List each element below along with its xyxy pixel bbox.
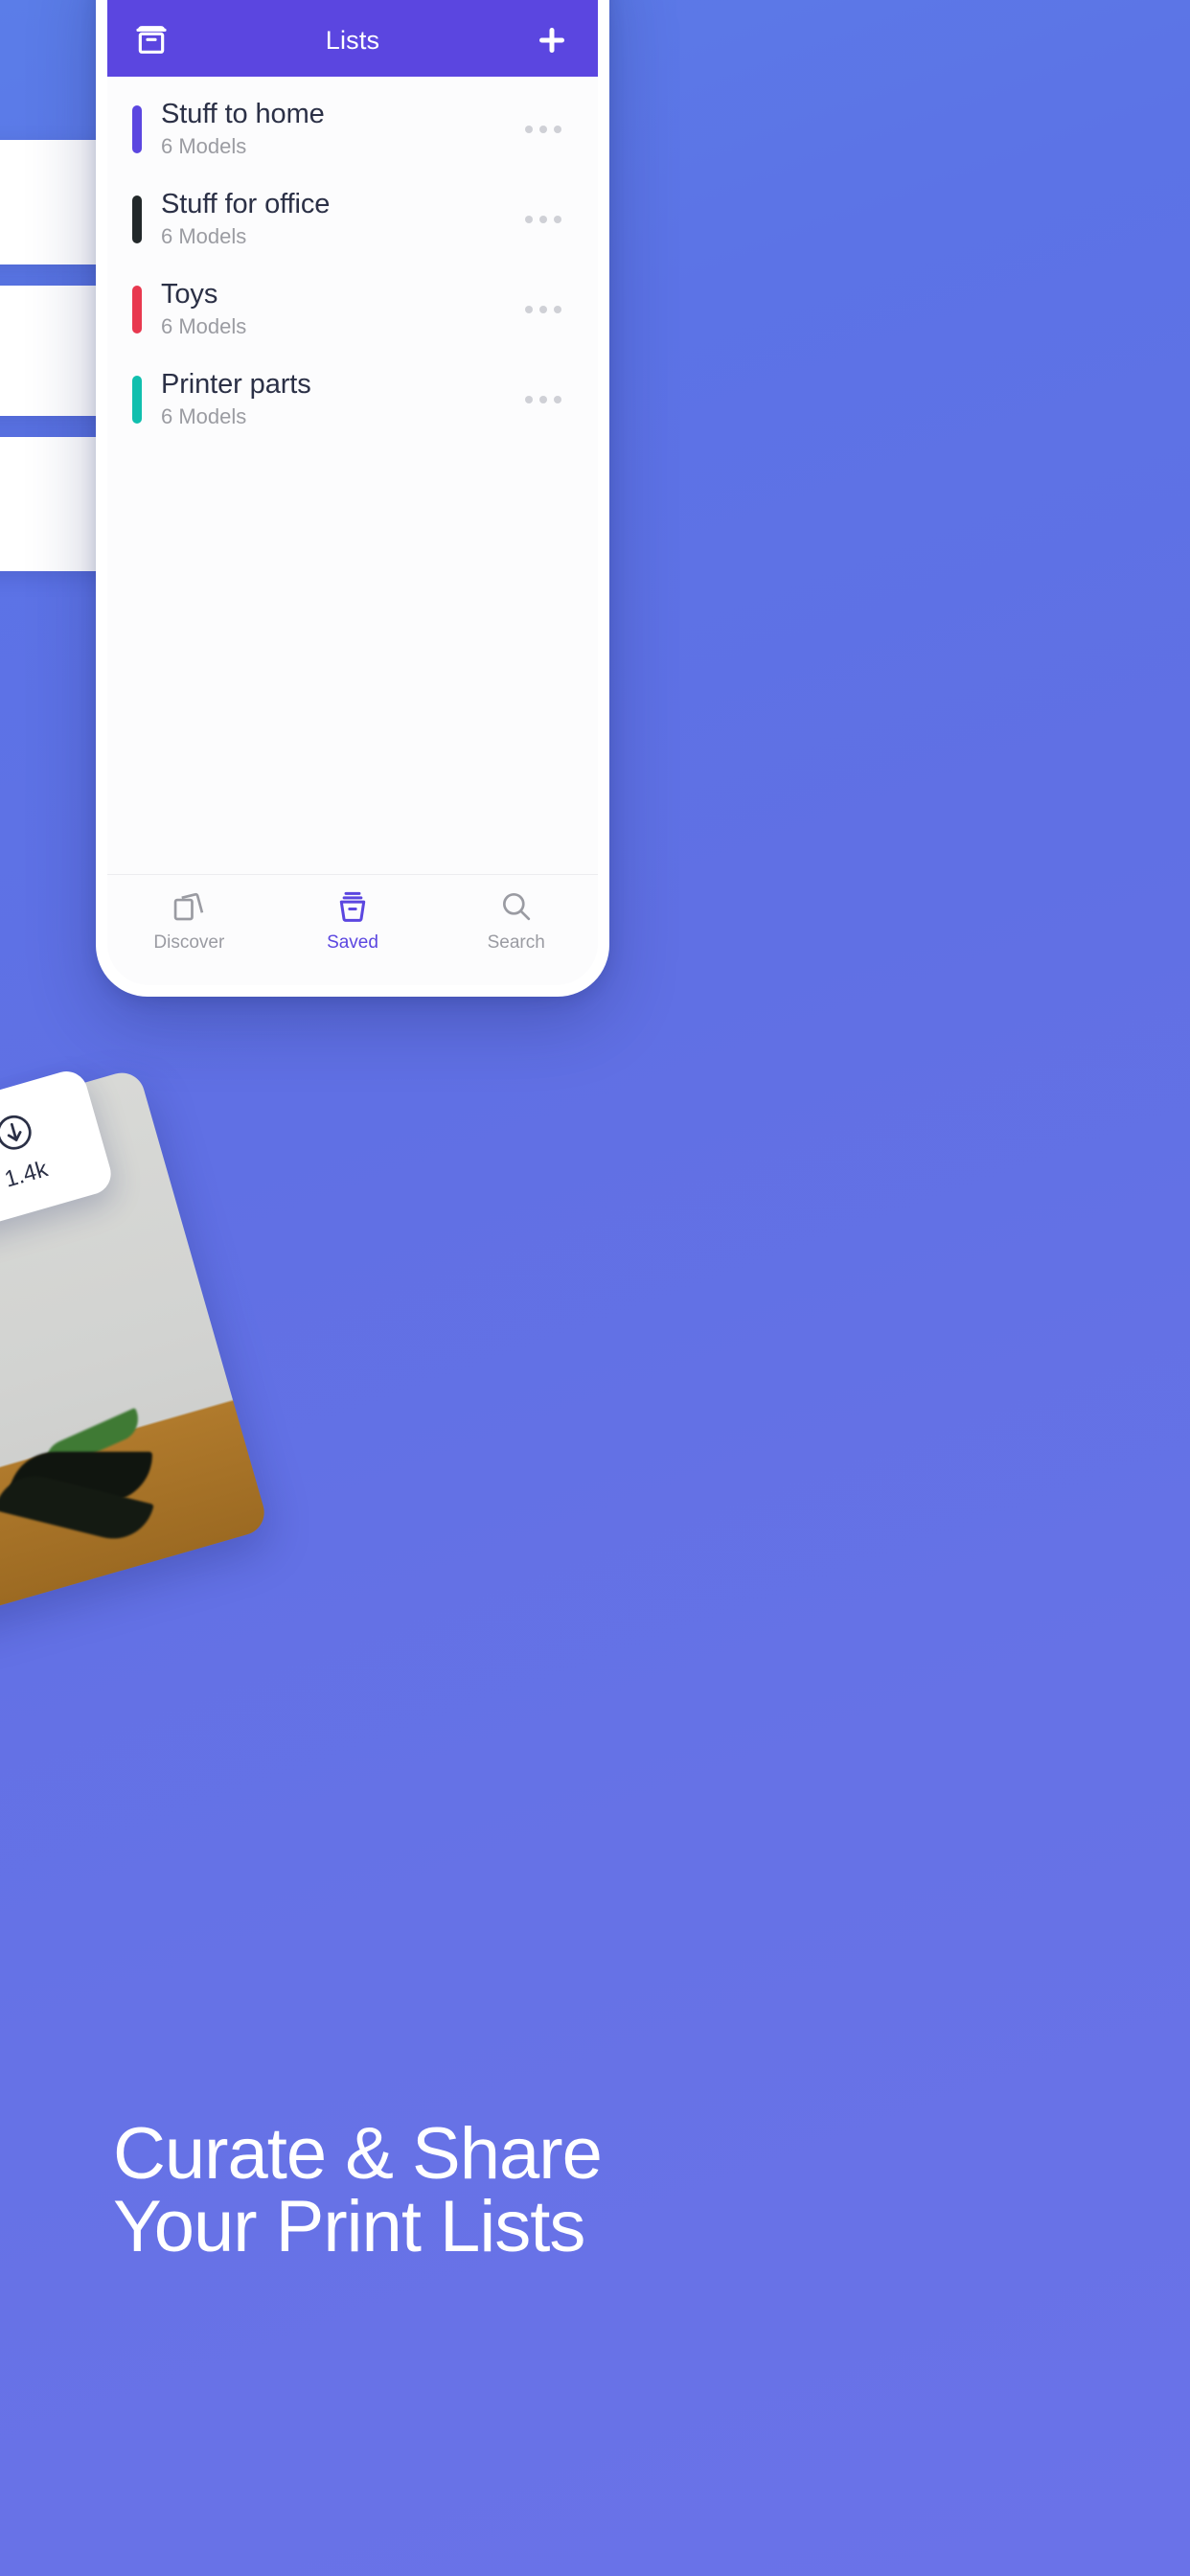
lists-container: Stuff to home 6 Models Stuff for office … — [107, 77, 598, 874]
list-item-toys[interactable]: Toys 6 Models — [107, 264, 598, 355]
list-title: Toys — [161, 278, 218, 310]
list-item-stuff-to-home[interactable]: Stuff to home 6 Models — [107, 84, 598, 174]
overflow-dots-icon[interactable] — [510, 371, 577, 428]
nav-item-saved[interactable]: Saved — [271, 888, 435, 954]
list-title: Stuff to home — [161, 98, 325, 129]
list-subtitle: 6 Models — [161, 133, 247, 158]
nav-label: Saved — [327, 932, 378, 953]
list-color-bar — [132, 105, 142, 153]
nav-label: Search — [487, 932, 545, 953]
list-subtitle: 6 Models — [161, 403, 247, 428]
list-color-bar — [132, 196, 142, 243]
page-title: Lists — [325, 25, 380, 55]
overflow-dots-icon[interactable] — [510, 281, 577, 338]
promo-screenshot: Lists Stuff to home 6 Models Stuff for o… — [0, 0, 1190, 2576]
phone-screen: Lists Stuff to home 6 Models Stuff for o… — [107, 0, 598, 985]
list-title: Stuff for office — [161, 188, 331, 219]
overflow-dots-icon[interactable] — [510, 101, 577, 158]
cards-stack-icon — [174, 892, 204, 921]
list-color-bar — [132, 376, 142, 424]
nav-item-search[interactable]: Search — [434, 888, 598, 954]
download-circle-icon — [0, 1115, 32, 1150]
nav-item-discover[interactable]: Discover — [107, 888, 271, 954]
archive-icon — [136, 26, 167, 54]
magnifier-icon — [502, 892, 530, 921]
add-list-button[interactable] — [531, 19, 573, 61]
list-item-stuff-for-office[interactable]: Stuff for office 6 Models — [107, 174, 598, 264]
app-bar: Lists — [107, 0, 598, 77]
bottom-navigation: Discover Saved Search — [107, 874, 598, 985]
list-subtitle: 6 Models — [161, 223, 247, 248]
overflow-dots-icon[interactable] — [510, 191, 577, 248]
archive-icon — [339, 891, 366, 922]
phone-mockup: Lists Stuff to home 6 Models Stuff for o… — [96, 0, 609, 997]
list-item-printer-parts[interactable]: Printer parts 6 Models — [107, 355, 598, 445]
list-color-bar — [132, 286, 142, 334]
marketing-headline: Curate & Share Your Print Lists — [113, 2113, 603, 2267]
nav-label: Discover — [153, 932, 225, 953]
download-count-label: 1.4k — [1, 1156, 51, 1193]
list-title: Printer parts — [161, 368, 311, 400]
list-subtitle: 6 Models — [161, 313, 247, 338]
